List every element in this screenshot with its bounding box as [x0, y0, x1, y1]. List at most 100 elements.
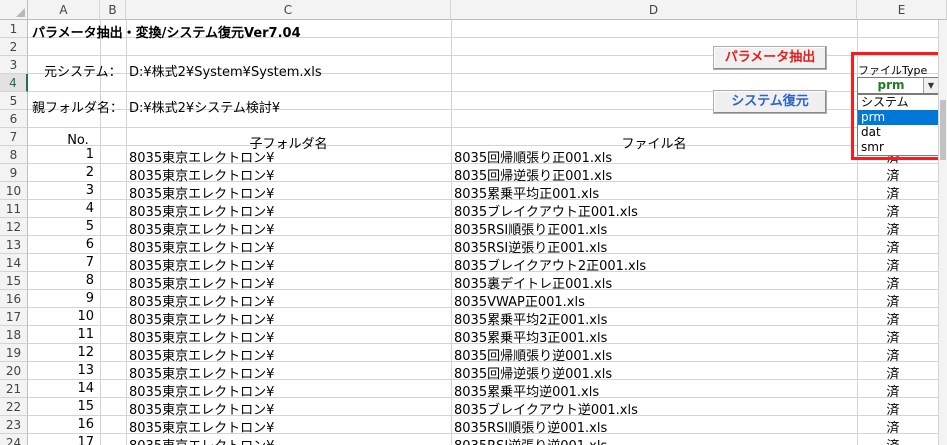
status-cell[interactable]: 済 [857, 165, 929, 184]
column-header-a[interactable]: A [28, 0, 100, 20]
subfolder-cell[interactable]: 8035東京エレクトロン¥ [129, 381, 449, 400]
row-header[interactable]: 9 [0, 164, 28, 182]
row-header[interactable]: 16 [0, 290, 28, 308]
row-header[interactable]: 12 [0, 218, 28, 236]
row-number-cell[interactable]: 8 [28, 273, 94, 288]
column-header-b[interactable]: B [100, 0, 126, 20]
row-header[interactable]: 1 [0, 20, 28, 38]
filename-cell[interactable]: 8035裏デイトレ正001.xls [454, 273, 854, 292]
status-cell[interactable]: 済 [857, 435, 929, 445]
subfolder-cell[interactable]: 8035東京エレクトロン¥ [129, 327, 449, 346]
status-cell[interactable]: 済 [857, 345, 929, 364]
status-cell[interactable]: 済 [857, 183, 929, 202]
status-cell[interactable]: 済 [857, 417, 929, 436]
row-number-cell[interactable]: 11 [28, 327, 94, 342]
row-header[interactable]: 8 [0, 146, 28, 164]
row-number-cell[interactable]: 12 [28, 345, 94, 360]
scrollbar-thumb[interactable] [940, 100, 946, 160]
filename-cell[interactable]: 8035VWAP正001.xls [454, 291, 854, 310]
row-number-cell[interactable]: 14 [28, 381, 94, 396]
column-header-d[interactable]: D [451, 0, 857, 20]
subfolder-cell[interactable]: 8035東京エレクトロン¥ [129, 255, 449, 274]
filename-cell[interactable]: 8035RSI順張り逆001.xls [454, 417, 854, 436]
subfolder-cell[interactable]: 8035東京エレクトロン¥ [129, 237, 449, 256]
row-header[interactable]: 3 [0, 56, 28, 74]
row-header[interactable]: 23 [0, 416, 28, 434]
row-number-cell[interactable]: 5 [28, 219, 94, 234]
status-cell[interactable]: 済 [857, 237, 929, 256]
row-header[interactable]: 7 [0, 128, 28, 146]
status-cell[interactable]: 済 [857, 273, 929, 292]
row-header[interactable]: 2 [0, 38, 28, 56]
row-header[interactable]: 5 [0, 92, 28, 110]
row-header[interactable]: 21 [0, 380, 28, 398]
filename-cell[interactable]: 8035回帰逆張り正001.xls [454, 165, 854, 184]
subfolder-cell[interactable]: 8035東京エレクトロン¥ [129, 183, 449, 202]
row-number-cell[interactable]: 9 [28, 291, 94, 306]
row-header[interactable]: 4 [0, 74, 28, 92]
row-number-cell[interactable]: 6 [28, 237, 94, 252]
row-number-cell[interactable]: 10 [28, 309, 94, 324]
filename-cell[interactable]: 8035累乗平均逆001.xls [454, 381, 854, 400]
subfolder-cell[interactable]: 8035東京エレクトロン¥ [129, 147, 449, 166]
filename-cell[interactable]: 8035累乗平均正001.xls [454, 183, 854, 202]
row-header[interactable]: 6 [0, 110, 28, 128]
row-header[interactable]: 22 [0, 398, 28, 416]
filename-cell[interactable]: 8035RSI逆張り逆001.xls [454, 435, 854, 445]
status-cell[interactable]: 済 [857, 381, 929, 400]
extract-parameters-button[interactable]: パラメータ抽出 [713, 46, 827, 70]
subfolder-cell[interactable]: 8035東京エレクトロン¥ [129, 309, 449, 328]
filename-cell[interactable]: 8035ブレイクアウト逆001.xls [454, 399, 854, 418]
subfolder-cell[interactable]: 8035東京エレクトロン¥ [129, 399, 449, 418]
row-number-cell[interactable]: 13 [28, 363, 94, 378]
status-cell[interactable]: 済 [857, 309, 929, 328]
row-header[interactable]: 14 [0, 254, 28, 272]
status-cell[interactable]: 済 [857, 201, 929, 220]
row-header[interactable]: 10 [0, 182, 28, 200]
row-number-cell[interactable]: 7 [28, 255, 94, 270]
row-header[interactable]: 17 [0, 308, 28, 326]
status-cell[interactable]: 済 [857, 291, 929, 310]
select-all-corner[interactable] [0, 0, 28, 20]
subfolder-cell[interactable]: 8035東京エレクトロン¥ [129, 273, 449, 292]
subfolder-cell[interactable]: 8035東京エレクトロン¥ [129, 201, 449, 220]
subfolder-cell[interactable]: 8035東京エレクトロン¥ [129, 345, 449, 364]
row-header[interactable]: 20 [0, 362, 28, 380]
restore-system-button[interactable]: システム復元 [713, 90, 827, 114]
parent-folder-path[interactable]: D:¥株式2¥システム検討¥ [129, 97, 280, 116]
filename-cell[interactable]: 8035回帰順張り正001.xls [454, 147, 854, 166]
row-number-cell[interactable]: 4 [28, 201, 94, 216]
status-cell[interactable]: 済 [857, 219, 929, 238]
subfolder-cell[interactable]: 8035東京エレクトロン¥ [129, 291, 449, 310]
row-header[interactable]: 19 [0, 344, 28, 362]
row-number-cell[interactable]: 3 [28, 183, 94, 198]
row-header[interactable]: 24 [0, 434, 28, 445]
row-number-cell[interactable]: 1 [28, 147, 94, 162]
source-system-path[interactable]: D:¥株式2¥System¥System.xls [129, 61, 322, 80]
filename-cell[interactable]: 8035ブレイクアウト正001.xls [454, 201, 854, 220]
filename-cell[interactable]: 8035累乗平均3正001.xls [454, 327, 854, 346]
row-number-cell[interactable]: 16 [28, 417, 94, 432]
row-number-cell[interactable]: 15 [28, 399, 94, 414]
filename-cell[interactable]: 8035回帰逆張り逆001.xls [454, 363, 854, 382]
vertical-scrollbar[interactable] [938, 20, 947, 445]
subfolder-cell[interactable]: 8035東京エレクトロン¥ [129, 219, 449, 238]
filename-cell[interactable]: 8035回帰順張り逆001.xls [454, 345, 854, 364]
status-cell[interactable]: 済 [857, 327, 929, 346]
column-header-c[interactable]: C [126, 0, 451, 20]
filename-cell[interactable]: 8035RSI順張り正001.xls [454, 219, 854, 238]
row-number-cell[interactable]: 2 [28, 165, 94, 180]
subfolder-cell[interactable]: 8035東京エレクトロン¥ [129, 165, 449, 184]
filename-cell[interactable]: 8035累乗平均2正001.xls [454, 309, 854, 328]
subfolder-cell[interactable]: 8035東京エレクトロン¥ [129, 363, 449, 382]
row-number-cell[interactable]: 17 [28, 435, 94, 445]
status-cell[interactable]: 済 [857, 363, 929, 382]
row-header[interactable]: 13 [0, 236, 28, 254]
row-header[interactable]: 18 [0, 326, 28, 344]
filename-cell[interactable]: 8035ブレイクアウト2正001.xls [454, 255, 854, 274]
row-header[interactable]: 15 [0, 272, 28, 290]
subfolder-cell[interactable]: 8035東京エレクトロン¥ [129, 435, 449, 445]
status-cell[interactable]: 済 [857, 255, 929, 274]
subfolder-cell[interactable]: 8035東京エレクトロン¥ [129, 417, 449, 436]
row-header[interactable]: 11 [0, 200, 28, 218]
